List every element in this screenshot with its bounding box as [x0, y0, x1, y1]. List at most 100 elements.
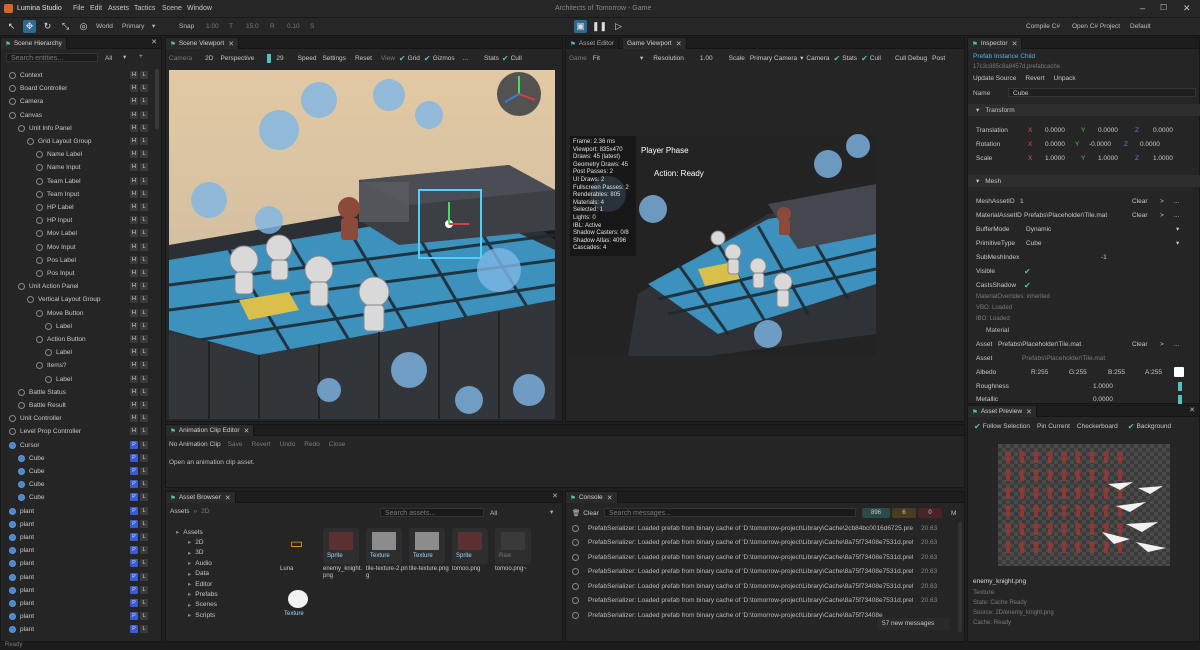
close-icon[interactable]: ✕ — [1189, 406, 1195, 414]
hierarchy-item[interactable]: Label H L — [1, 373, 151, 386]
pivot-primary[interactable]: Primary — [122, 23, 144, 30]
cull-debug-toggle[interactable]: Cull Debug — [895, 55, 927, 62]
hierarchy-item[interactable]: plant P L — [1, 557, 151, 570]
lock-toggle[interactable]: L — [140, 387, 148, 396]
console-log-row[interactable]: PrefabSerializer: Loaded prefab from bin… — [572, 580, 952, 593]
save-button[interactable]: Save — [228, 441, 243, 448]
lock-toggle[interactable]: L — [140, 282, 148, 291]
layout-default[interactable]: Default — [1130, 23, 1151, 30]
hide-toggle[interactable]: H — [130, 427, 138, 436]
hide-toggle[interactable]: P — [130, 506, 138, 515]
fov-slider[interactable] — [267, 53, 272, 63]
rotation-x[interactable]: 0.0000 — [1045, 141, 1065, 148]
chevron-down-icon[interactable]: ▾ — [1176, 239, 1179, 247]
hierarchy-item[interactable]: Name Label H L — [1, 148, 151, 161]
lock-toggle[interactable]: L — [140, 559, 148, 568]
hide-toggle[interactable]: H — [130, 335, 138, 343]
asset-goto-button[interactable]: > — [1160, 341, 1164, 348]
console-log-row[interactable]: PrefabSerializer: Loaded prefab from bin… — [572, 595, 952, 608]
lock-toggle[interactable]: L — [140, 506, 148, 515]
hierarchy-item[interactable]: Camera H L — [1, 95, 151, 108]
hide-toggle[interactable]: H — [130, 348, 138, 357]
menu-file[interactable]: File — [73, 5, 84, 12]
lock-toggle[interactable]: L — [140, 97, 148, 106]
compile-button[interactable]: Compile C# — [1026, 23, 1060, 30]
rotate-tool-icon[interactable]: ↻ — [41, 20, 54, 33]
lock-toggle[interactable]: L — [140, 374, 148, 383]
stats-toggle[interactable]: Stats — [484, 55, 499, 62]
lock-toggle[interactable]: L — [140, 255, 148, 264]
perspective-button[interactable]: Perspective — [220, 55, 254, 62]
hierarchy-item[interactable]: Cursor P L — [1, 439, 151, 452]
hierarchy-item[interactable]: plant P L — [1, 505, 151, 518]
hide-toggle[interactable]: H — [130, 97, 138, 106]
redo-button[interactable]: Redo — [304, 441, 320, 448]
hierarchy-item[interactable]: plant P L — [1, 518, 151, 531]
undo-button[interactable]: Undo — [280, 441, 296, 448]
hierarchy-item[interactable]: plant P L — [1, 610, 151, 623]
minimize-icon[interactable]: – — [1140, 3, 1145, 13]
translation-x[interactable]: 0.0000 — [1045, 127, 1065, 134]
albedo-r[interactable]: R:255 — [1031, 369, 1048, 376]
hierarchy-item[interactable]: Mov Input H L — [1, 241, 151, 254]
lock-toggle[interactable]: L — [140, 163, 148, 172]
hide-toggle[interactable]: P — [130, 585, 138, 594]
asset-folder-item[interactable]: ▸ Scripts — [188, 611, 215, 620]
console-log-row[interactable]: PrefabSerializer: Loaded prefab from bin… — [572, 551, 952, 564]
tab-asset-preview[interactable]: ⚑ Asset Preview ✕ — [968, 406, 1037, 417]
lock-toggle[interactable]: L — [140, 625, 148, 634]
tab-console[interactable]: ⚑ Console ✕ — [566, 492, 618, 503]
hierarchy-item[interactable]: Cube P L — [1, 491, 151, 504]
hierarchy-item[interactable]: Level Prop Controller H L — [1, 425, 151, 438]
asset-path[interactable]: Prefabs\Placeholder\Tile.mat — [998, 341, 1081, 348]
mesh-clear-button[interactable]: Clear — [1132, 198, 1148, 205]
asset-folder-item[interactable]: ▸ 3D — [188, 549, 204, 557]
menu-edit[interactable]: Edit — [90, 5, 102, 12]
camera-toggle[interactable]: Camera — [806, 55, 829, 62]
menu-scene[interactable]: Scene — [162, 5, 182, 12]
chevron-right-icon[interactable]: ▸ — [188, 570, 191, 578]
close-icon[interactable]: ✕ — [1012, 40, 1018, 48]
chevron-right-icon[interactable]: ▸ — [176, 528, 179, 536]
hierarchy-item[interactable]: Board Controller H L — [1, 82, 151, 95]
r-value[interactable]: 0.10 — [287, 23, 300, 30]
asset-tile[interactable]: Sprite — [323, 528, 359, 564]
chevron-right-icon[interactable]: ▸ — [188, 580, 191, 588]
hide-toggle[interactable]: H — [130, 123, 138, 132]
chevron-right-icon[interactable]: ▸ — [188, 549, 191, 557]
chevron-down-icon[interactable]: ▾ — [550, 508, 553, 516]
hierarchy-item[interactable]: Unit Info Panel H L — [1, 122, 151, 135]
asset-tile[interactable]: Texture — [409, 528, 445, 564]
fit-dropdown[interactable]: Fit — [593, 55, 600, 62]
asset-tile[interactable]: Raw — [495, 528, 531, 564]
hide-toggle[interactable]: H — [130, 321, 138, 330]
background-check-icon[interactable]: ✔ — [1128, 422, 1135, 431]
update-source-button[interactable]: Update Source — [973, 75, 1016, 82]
hide-toggle[interactable]: H — [130, 308, 138, 317]
gizmos-check-icon[interactable]: ✔ — [424, 54, 431, 63]
hierarchy-item[interactable]: Unit Action Panel H L — [1, 280, 151, 293]
hierarchy-item[interactable]: Label H L — [1, 320, 151, 333]
revert-button[interactable]: Revert — [1025, 75, 1044, 82]
asset-tile[interactable]: Texture — [366, 528, 402, 564]
material-more-button[interactable]: ... — [1174, 212, 1179, 219]
hide-toggle[interactable]: H — [130, 282, 138, 291]
submesh-index[interactable]: -1 — [1101, 254, 1107, 261]
tab-asset-browser[interactable]: ⚑ Asset Browser ✕ — [166, 492, 236, 503]
hierarchy-item[interactable]: Team Input H L — [1, 188, 151, 201]
lock-toggle[interactable]: L — [140, 533, 148, 541]
maximize-icon[interactable]: ☐ — [1160, 3, 1167, 12]
hierarchy-item[interactable]: Battle Result H L — [1, 399, 151, 412]
mode-2d-button[interactable]: 2D — [205, 55, 213, 62]
lock-toggle[interactable]: L — [140, 401, 148, 409]
asset-folder-item[interactable]: ▸ Audio — [188, 559, 212, 568]
hierarchy-item[interactable]: Mov Label H L — [1, 227, 151, 240]
close-icon[interactable]: ✕ — [552, 492, 558, 500]
open-project-button[interactable]: Open C# Project — [1072, 23, 1120, 30]
lock-toggle[interactable]: L — [140, 123, 148, 132]
close-icon[interactable]: ✕ — [151, 38, 157, 46]
asset-folder-item[interactable]: ▸ Scenes — [188, 601, 217, 609]
lock-toggle[interactable]: L — [140, 110, 148, 119]
hide-toggle[interactable]: H — [130, 255, 138, 264]
console-log-row[interactable]: PrefabSerializer: Loaded prefab from bin… — [572, 537, 952, 550]
